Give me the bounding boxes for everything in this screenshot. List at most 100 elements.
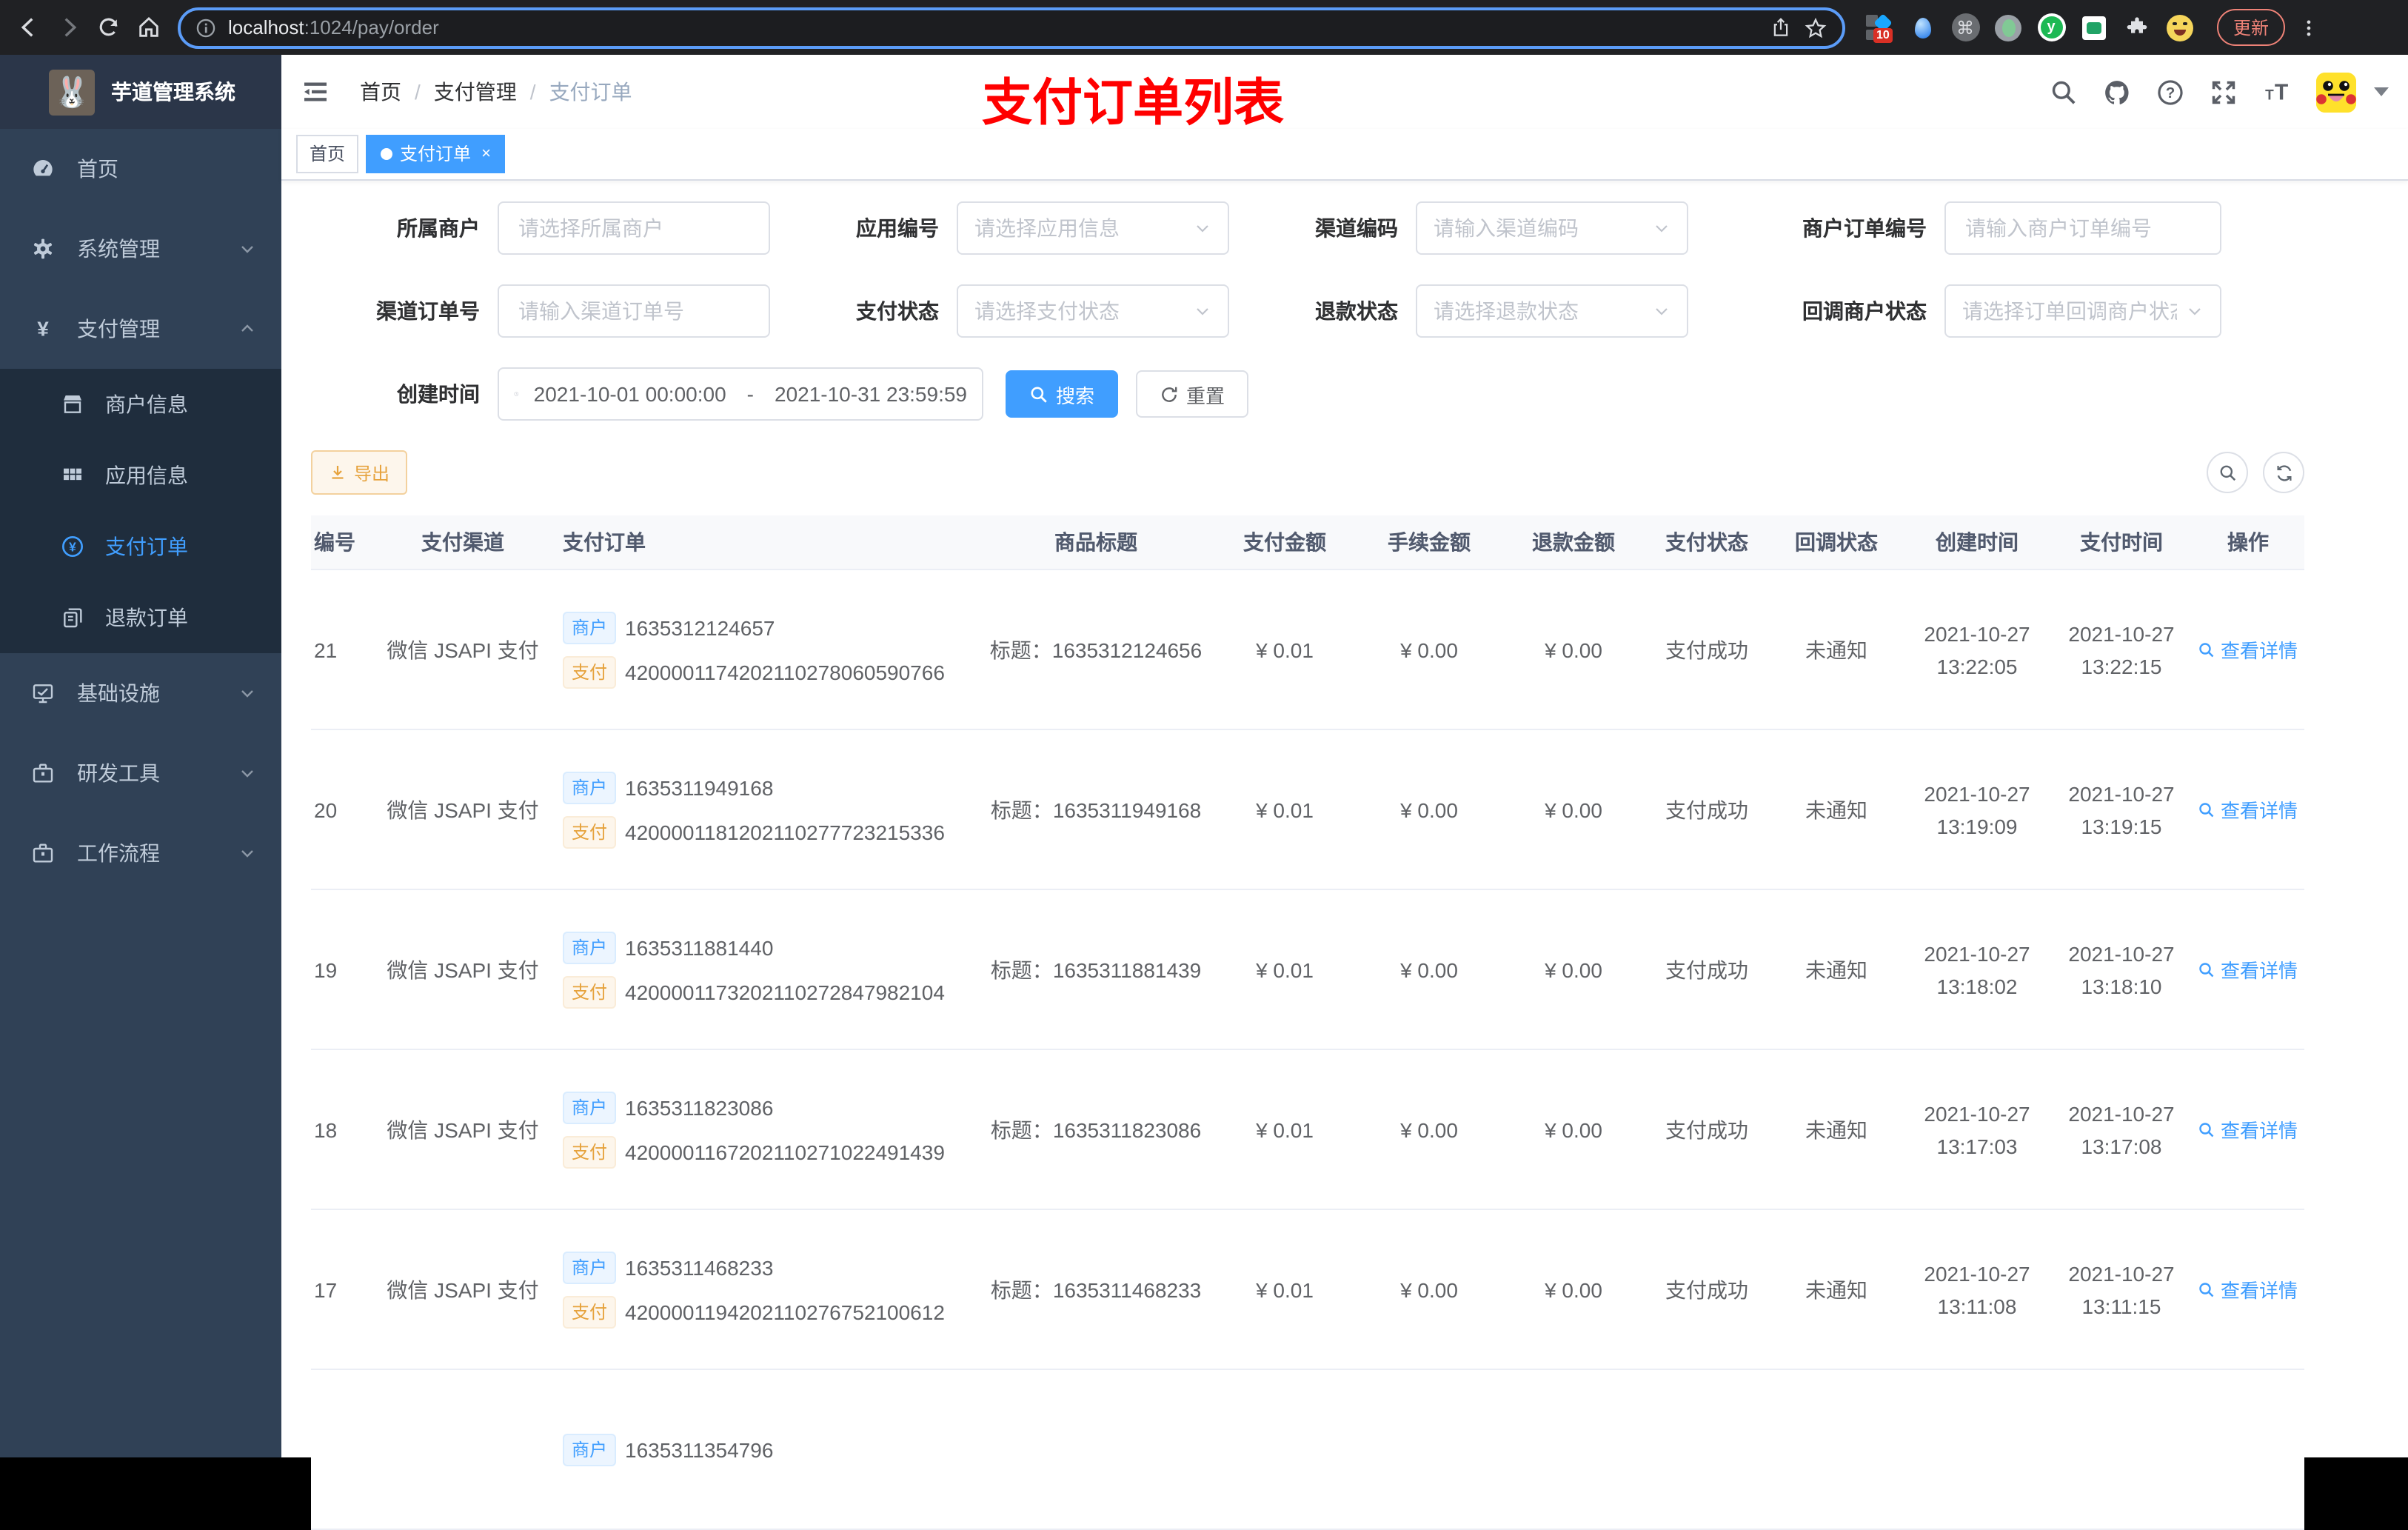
merchant-input[interactable] [498, 201, 770, 255]
select-placeholder: 请输入渠道编码 [1434, 216, 1579, 240]
date-start[interactable]: 2021-10-01 00:00:00 [534, 382, 726, 406]
y-extension-icon[interactable]: y [2036, 13, 2066, 42]
cell-status: 支付成功 [1665, 1118, 1748, 1141]
caret-down-icon[interactable] [2374, 87, 2389, 96]
chrome-update-button[interactable]: 更新 [2217, 9, 2286, 46]
bookmark-star-icon[interactable] [1804, 16, 1827, 39]
cell-fee: ¥ 0.00 [1400, 798, 1458, 821]
sidebar-item-workflow[interactable]: 工作流程 [0, 813, 281, 893]
balloon-extension-icon[interactable] [1907, 13, 1937, 42]
app-logo[interactable]: 🐰 芋道管理系统 [0, 55, 281, 129]
sidebar-item-dev-tools[interactable]: 研发工具 [0, 733, 281, 813]
navbar: 首页 / 支付管理 / 支付订单 ? TT [281, 55, 2408, 129]
reset-button[interactable]: 重置 [1136, 370, 1249, 418]
column-header-paid: 支付时间 [2080, 530, 2163, 554]
refresh-table-button[interactable] [2263, 452, 2304, 493]
filter-channel-code: 渠道编码 请输入渠道编码 [1229, 201, 1688, 255]
channel-order-no-field[interactable] [515, 298, 752, 324]
merchant-order-no-input[interactable] [1944, 201, 2221, 255]
merchant-input-field[interactable] [515, 215, 752, 241]
merchant-tag: 商户 [563, 771, 617, 804]
notify-status-select[interactable]: 请选择订单回调商户状态 [1944, 284, 2221, 338]
tag-home[interactable]: 首页 [296, 135, 359, 173]
browser-reload-button[interactable] [92, 11, 124, 44]
search-button[interactable]: 搜索 [1006, 370, 1119, 418]
command-extension-icon[interactable]: ⌘ [1950, 13, 1980, 42]
cell-created-time: 2021-10-27 13:11:08 [1924, 1261, 2030, 1317]
channel-order-no-input[interactable] [498, 284, 770, 338]
url-text[interactable]: localhost:1024/pay/order [228, 16, 1758, 39]
share-icon[interactable] [1770, 16, 1792, 39]
extensions-strip: 10 ⌘ y [1864, 13, 2195, 42]
cell-amount: ¥ 0.01 [1256, 1118, 1314, 1141]
address-bar[interactable]: localhost:1024/pay/order [178, 7, 1845, 48]
help-icon[interactable]: ? [2156, 78, 2184, 106]
sidebar-item-label: 研发工具 [77, 761, 160, 785]
chrome-menu-button[interactable] [2292, 11, 2325, 44]
merchant-tag: 商户 [563, 931, 617, 963]
browser-back-button[interactable] [12, 11, 44, 44]
site-info-icon[interactable] [195, 17, 216, 38]
cell-notify: 未通知 [1805, 958, 1867, 981]
svg-text:T: T [2265, 87, 2274, 103]
filter-app: 应用编号 请选择应用信息 [770, 201, 1229, 255]
search-icon [2219, 464, 2235, 481]
channel-code-select[interactable]: 请输入渠道编码 [1416, 201, 1688, 255]
cell-paid-time: 2021-10-27 13:18:10 [2068, 941, 2175, 998]
breadcrumb-home[interactable]: 首页 [360, 77, 401, 107]
breadcrumb-pay[interactable]: 支付管理 [434, 77, 517, 107]
toggle-search-button[interactable] [2207, 452, 2248, 493]
chat-extension-icon[interactable] [2079, 13, 2109, 42]
cell-status: 支付成功 [1665, 1277, 1748, 1301]
date-range-picker[interactable]: 2021-10-01 00:00:00 - 2021-10-31 23:59:5… [498, 367, 983, 421]
fullscreen-icon[interactable] [2210, 78, 2238, 106]
profile-avatar-icon[interactable] [2165, 13, 2195, 42]
browser-home-button[interactable] [132, 11, 164, 44]
chevron-down-icon [241, 770, 253, 778]
dashboard-icon [33, 160, 53, 176]
view-detail-link[interactable]: 查看详情 [2198, 955, 2298, 983]
pay-status-select[interactable]: 请选择支付状态 [957, 284, 1229, 338]
product-title: 1635311949168 [1052, 798, 1202, 821]
recorder-extension-icon[interactable] [1993, 13, 2023, 42]
refund-status-select[interactable]: 请选择退款状态 [1416, 284, 1688, 338]
main-area: 支付订单列表 首页 / 支付管理 / 支付订单 ? TT 首页 支付订单 × 所… [281, 55, 2408, 1530]
home-icon [138, 17, 158, 37]
sidebar-item-pay[interactable]: ¥ 支付管理 [0, 289, 281, 369]
kebab-menu-icon [2307, 19, 2311, 36]
pay-order-number: 4200001174202110278060590766 [625, 660, 945, 684]
sidebar-item-merchant-info[interactable]: 商户信息 [0, 369, 281, 440]
sidebar-item-home[interactable]: 首页 [0, 129, 281, 209]
pinned-extension-icon[interactable]: 10 [1864, 13, 1894, 42]
sidebar-item-infrastructure[interactable]: 基础设施 [0, 653, 281, 733]
sidebar-item-system[interactable]: 系统管理 [0, 209, 281, 289]
app-select[interactable]: 请选择应用信息 [957, 201, 1229, 255]
extensions-puzzle-icon[interactable] [2122, 13, 2152, 42]
tag-label: 支付订单 [400, 144, 472, 164]
extension-badge: 10 [1873, 27, 1893, 42]
user-avatar[interactable] [2316, 72, 2356, 112]
table-toolbar: 导出 [311, 450, 2304, 495]
view-detail-link[interactable]: 查看详情 [2198, 1115, 2298, 1143]
merchant-order-no-field[interactable] [1962, 215, 2204, 241]
view-detail-link[interactable]: 查看详情 [2198, 1275, 2298, 1303]
font-size-icon[interactable]: TT [2263, 78, 2291, 106]
sidebar-item-refund-order[interactable]: 退款订单 [0, 582, 281, 653]
pay-order-line: 支付 4200001173202110272847982104 [563, 975, 977, 1008]
tag-pay-order-active[interactable]: 支付订单 × [366, 135, 506, 173]
view-detail-link[interactable]: 查看详情 [2198, 795, 2298, 824]
export-button[interactable]: 导出 [311, 450, 408, 495]
search-icon [1031, 386, 1047, 402]
hamburger-icon[interactable] [301, 77, 330, 107]
sidebar-item-pay-order[interactable]: ¥ 支付订单 [0, 511, 281, 582]
close-icon[interactable]: × [481, 136, 491, 172]
sidebar-item-app-info[interactable]: 应用信息 [0, 440, 281, 511]
view-detail-link[interactable]: 查看详情 [2198, 635, 2298, 664]
github-icon[interactable] [2103, 78, 2131, 106]
cell-actions: 查看详情 [2192, 955, 2304, 983]
product-title: 1635311468233 [1052, 1277, 1202, 1301]
browser-forward-button[interactable] [52, 11, 84, 44]
search-icon[interactable] [2050, 78, 2078, 106]
date-end[interactable]: 2021-10-31 23:59:59 [775, 382, 967, 406]
cell-status: 支付成功 [1665, 638, 1748, 661]
